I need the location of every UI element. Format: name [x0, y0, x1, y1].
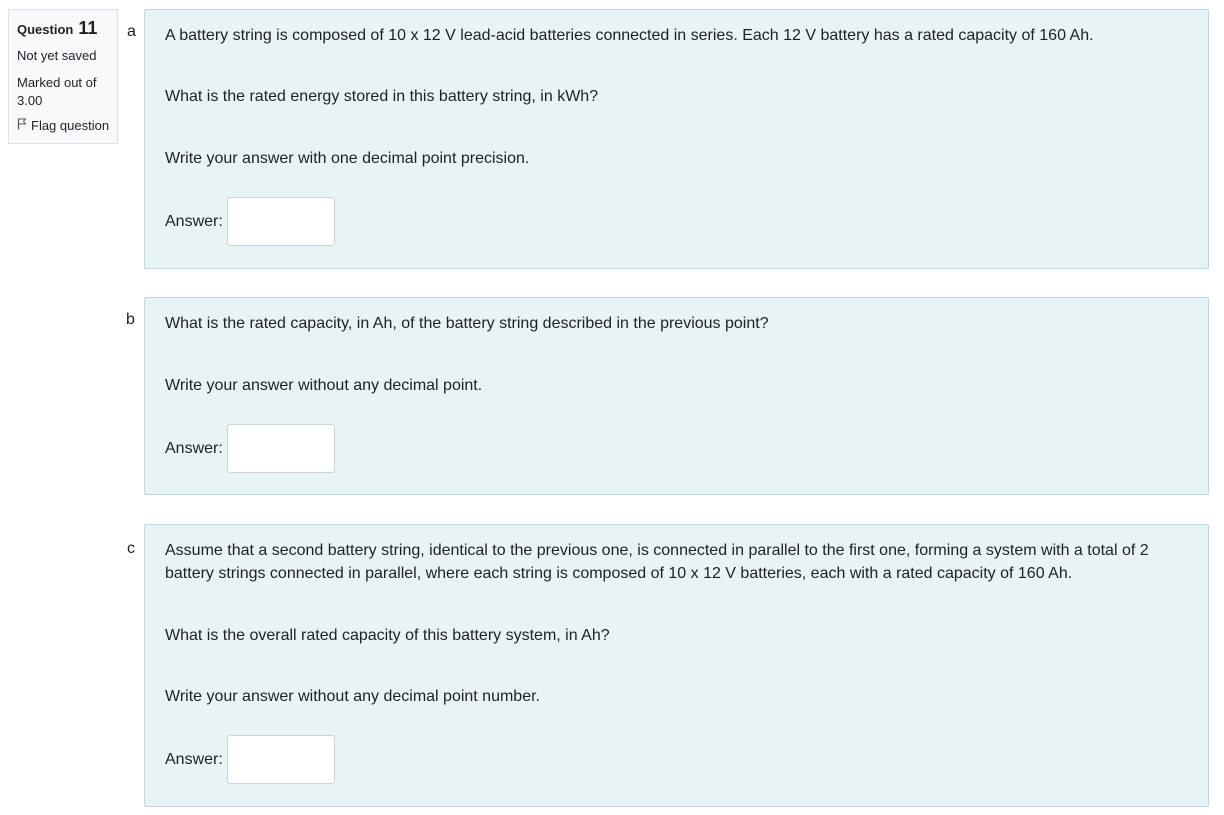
part-c-answer-label: Answer:	[165, 751, 223, 768]
part-c-answer-input[interactable]	[226, 735, 335, 784]
question-label: Question	[17, 22, 74, 37]
save-status: Not yet saved	[17, 48, 97, 63]
part-letter-b: b	[126, 311, 135, 328]
part-a-paragraph-1: A battery string is composed of 10 x 12 …	[165, 27, 1094, 44]
marks-info: Marked out of 3.00	[17, 74, 117, 110]
question-number: 11	[78, 18, 98, 38]
part-a-answer-row: Answer:	[165, 197, 335, 246]
part-c-answer-row: Answer:	[165, 735, 335, 784]
part-b-paragraph-1: What is the rated capacity, in Ah, of th…	[165, 315, 769, 332]
part-c-paragraph-3: Write your answer without any decimal po…	[165, 688, 540, 705]
part-a-box: A battery string is composed of 10 x 12 …	[144, 9, 1209, 269]
part-a-paragraph-2: What is the rated energy stored in this …	[165, 88, 599, 105]
part-c-paragraph-2: What is the overall rated capacity of th…	[165, 627, 610, 644]
flag-icon	[17, 118, 31, 133]
part-b-box: What is the rated capacity, in Ah, of th…	[144, 297, 1209, 495]
part-b-paragraph-2: Write your answer without any decimal po…	[165, 377, 483, 394]
part-a-answer-label: Answer:	[165, 213, 223, 230]
part-b-answer-label: Answer:	[165, 440, 223, 457]
part-letter-a: a	[127, 23, 136, 40]
part-b-answer-row: Answer:	[165, 424, 335, 473]
part-b-answer-input[interactable]	[226, 424, 335, 473]
marked-out-of-value: 3.00	[17, 93, 43, 108]
part-letter-c: c	[127, 540, 135, 557]
question-number-heading: Question 11	[17, 18, 117, 39]
part-a-answer-input[interactable]	[226, 197, 335, 246]
question-info-panel: Question 11 Not yet saved Marked out of …	[8, 9, 118, 144]
flag-question-button[interactable]: Flag question	[17, 118, 117, 133]
part-c-paragraph-1: Assume that a second battery string, ide…	[165, 542, 1149, 582]
part-c-box: Assume that a second battery string, ide…	[144, 524, 1209, 807]
marked-out-of-label: Marked out of	[17, 75, 97, 90]
flag-question-label: Flag question	[31, 118, 110, 133]
part-a-paragraph-3: Write your answer with one decimal point…	[165, 150, 530, 167]
